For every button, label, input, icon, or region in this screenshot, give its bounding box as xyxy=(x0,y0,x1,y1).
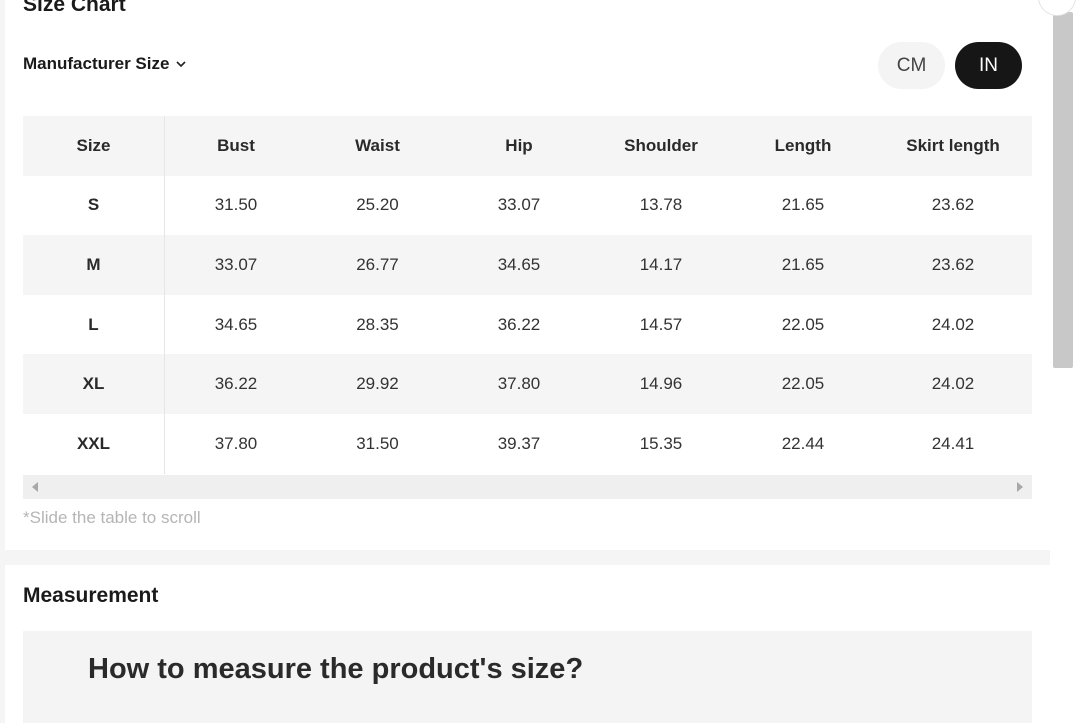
waist-cell: 29.92 xyxy=(356,374,399,394)
table-row: L 34.65 28.35 36.22 14.57 22.05 24.02 xyxy=(23,294,1032,355)
size-chart-title: Size Chart xyxy=(23,0,126,16)
howto-heading: How to measure the product's size? xyxy=(88,653,584,685)
skirt-length-cell: 24.02 xyxy=(931,374,975,394)
table-row: S 31.50 25.20 33.07 13.78 21.65 23.62 xyxy=(23,175,1032,236)
vertical-scrollbar-thumb[interactable] xyxy=(1053,12,1073,368)
waist-cell: 31.50 xyxy=(356,433,399,453)
length-cell: 22.44 xyxy=(781,433,825,453)
howto-box: How to measure the product's size? xyxy=(23,631,1032,723)
table-row: XXL 37.80 31.50 39.37 15.35 22.44 24.41 xyxy=(23,413,1032,474)
size-cell: M xyxy=(23,235,165,295)
header-hip: Hip xyxy=(505,135,533,155)
skirt-length-cell: 23.62 xyxy=(931,254,975,274)
shoulder-cell: 14.96 xyxy=(639,374,683,394)
hip-cell: 37.80 xyxy=(497,374,541,394)
bust-cell: 36.22 xyxy=(214,374,258,394)
length-cell: 22.05 xyxy=(781,314,825,334)
shoulder-cell: 13.78 xyxy=(639,195,683,215)
unit-cm-button[interactable]: CM xyxy=(878,42,945,89)
manufacturer-size-label: Manufacturer Size xyxy=(23,54,170,73)
skirt-length-cell: 23.62 xyxy=(931,195,975,215)
waist-cell: 25.20 xyxy=(356,195,399,215)
length-cell: 22.05 xyxy=(781,374,825,394)
bust-cell: 31.50 xyxy=(214,195,258,215)
waist-cell: 28.35 xyxy=(356,314,399,334)
hip-cell: 39.37 xyxy=(497,433,541,453)
length-cell: 21.65 xyxy=(781,254,825,274)
horizontal-scrollbar[interactable] xyxy=(23,475,1032,499)
shoulder-cell: 14.17 xyxy=(639,254,683,274)
length-cell: 21.65 xyxy=(781,195,825,215)
bust-cell: 34.65 xyxy=(214,314,258,334)
waist-cell: 26.77 xyxy=(356,254,399,274)
header-length: Length xyxy=(774,135,832,155)
header-skirt-length: Skirt length xyxy=(906,135,1000,155)
manufacturer-size-dropdown[interactable]: Manufacturer Size xyxy=(23,54,187,74)
unit-in-button[interactable]: IN xyxy=(955,42,1022,89)
header-waist: Waist xyxy=(355,135,400,155)
size-cell: XXL xyxy=(23,413,165,474)
arrow-right-icon[interactable] xyxy=(1017,482,1023,492)
header-bust: Bust xyxy=(217,135,255,155)
size-cell: XL xyxy=(23,354,165,414)
skirt-length-cell: 24.41 xyxy=(931,433,975,453)
scroll-hint: *Slide the table to scroll xyxy=(23,508,201,527)
bust-cell: 33.07 xyxy=(214,254,258,274)
bust-cell: 37.80 xyxy=(214,433,258,453)
arrow-left-icon[interactable] xyxy=(32,482,38,492)
table-row: M 33.07 26.77 34.65 14.17 21.65 23.62 xyxy=(23,235,1032,295)
hip-cell: 33.07 xyxy=(497,195,541,215)
hip-cell: 36.22 xyxy=(497,314,541,334)
unit-toggle: CM IN xyxy=(878,42,1022,89)
measurement-title: Measurement xyxy=(23,584,159,607)
size-cell: L xyxy=(23,294,165,355)
chevron-down-icon xyxy=(176,61,187,68)
size-cell: S xyxy=(23,175,165,236)
skirt-length-cell: 24.02 xyxy=(931,314,975,334)
table-row: XL 36.22 29.92 37.80 14.96 22.05 24.02 xyxy=(23,354,1032,414)
header-shoulder: Shoulder xyxy=(624,135,698,155)
shoulder-cell: 14.57 xyxy=(639,314,683,334)
shoulder-cell: 15.35 xyxy=(639,433,683,453)
table-header-row: Size Bust Waist Hip Shoulder Length Skir… xyxy=(23,116,1032,176)
header-size: Size xyxy=(23,116,165,176)
size-table[interactable]: Size Bust Waist Hip Shoulder Length Skir… xyxy=(23,116,1032,474)
hip-cell: 34.65 xyxy=(497,254,541,274)
